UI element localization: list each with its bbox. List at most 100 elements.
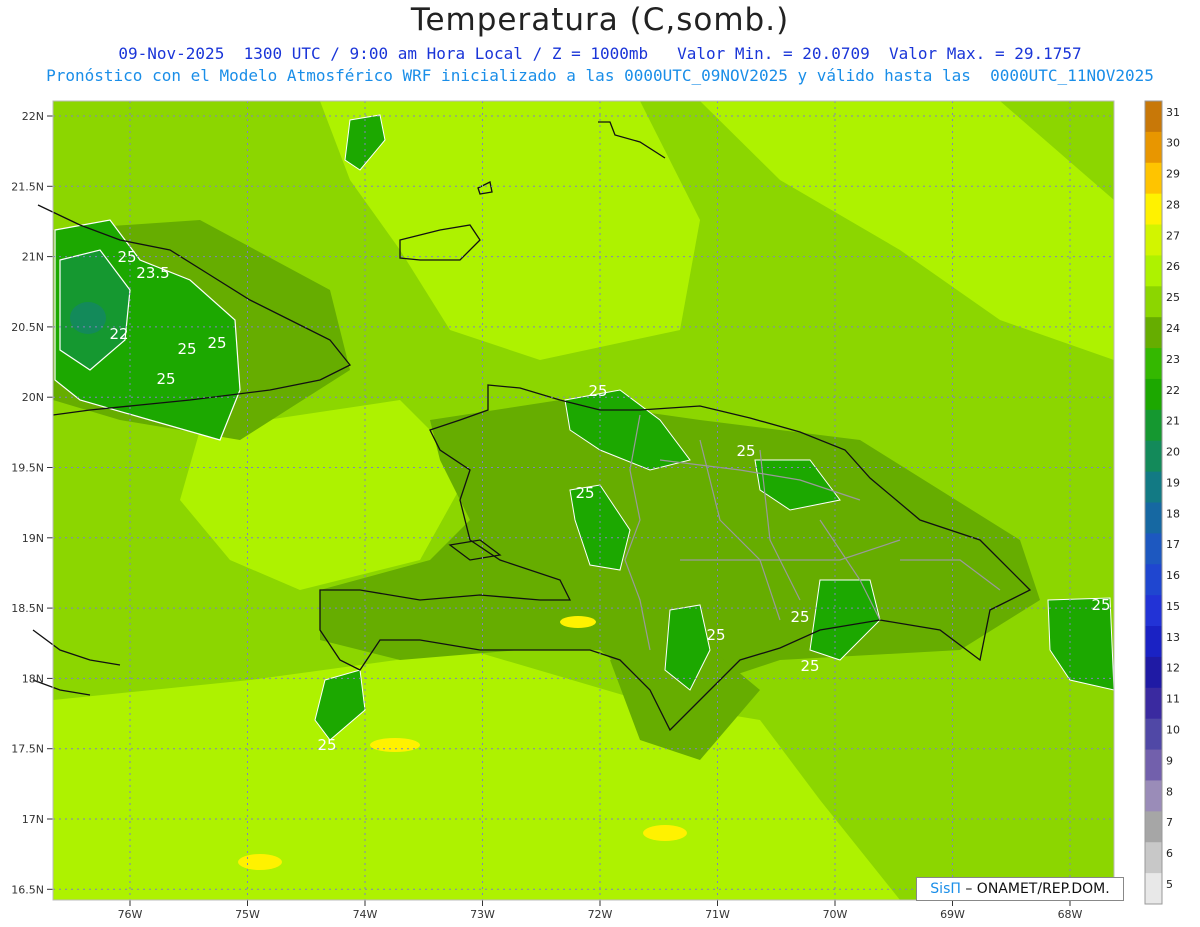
lat-tick-label: 16.5N <box>11 883 44 896</box>
colorbar-label: 8 <box>1166 785 1173 798</box>
colorbar-segment <box>1145 842 1162 874</box>
lat-tick-label: 19N <box>22 532 44 545</box>
colorbar-segment <box>1145 811 1162 843</box>
lat-tick-label: 21N <box>22 251 44 264</box>
lon-tick-label: 73W <box>470 908 495 921</box>
lat-tick-label: 17N <box>22 813 44 826</box>
colorbar-segment <box>1145 873 1162 905</box>
colorbar-segment <box>1145 595 1162 627</box>
colorbar-segment <box>1145 101 1162 133</box>
colorbar-label: 15 <box>1166 600 1180 613</box>
colorbar-segment <box>1145 409 1162 442</box>
colorbar-label: 10 <box>1166 724 1180 737</box>
lat-tick-label: 20.5N <box>11 321 44 334</box>
colorbar-label: 25 <box>1166 291 1180 304</box>
credit-box: SisΠ – ONAMET/REP.DOM. <box>916 877 1124 901</box>
colorbar-segment <box>1145 502 1162 534</box>
colorbar-segment <box>1145 193 1162 226</box>
colorbar-label: 9 <box>1166 754 1173 767</box>
colorbar-label: 20 <box>1166 446 1180 459</box>
colorbar-label: 31 <box>1166 106 1180 119</box>
colorbar-label: 7 <box>1166 816 1173 829</box>
lat-tick-label: 18.5N <box>11 602 44 615</box>
colorbar-label: 28 <box>1166 198 1180 211</box>
colorbar-segment <box>1145 255 1162 287</box>
lon-tick-label: 70W <box>823 908 848 921</box>
colorbar-segment <box>1145 564 1162 596</box>
contour-label: 22 <box>109 325 128 343</box>
colorbar-segment <box>1145 687 1162 720</box>
colorbar-label: 5 <box>1166 878 1173 891</box>
longitude-axis: 76W 75W 74W 73W 72W 71W 70W 69W 68W <box>118 900 1083 921</box>
contour-label: 25 <box>177 340 196 358</box>
lon-tick-label: 69W <box>940 908 965 921</box>
map-frame <box>32 101 1115 900</box>
lat-tick-label: 18N <box>22 672 44 685</box>
contour-label: 23.5 <box>136 264 169 282</box>
lon-tick-label: 74W <box>353 908 378 921</box>
contour-label: 25 <box>317 736 336 754</box>
colorbar-segment <box>1145 718 1162 751</box>
colorbar-label: 6 <box>1166 847 1173 860</box>
colorbar-segment <box>1145 626 1162 658</box>
colorbar-segment <box>1145 780 1162 812</box>
warm-spot <box>560 616 596 628</box>
contour-label: 25 <box>575 484 594 502</box>
contour-label: 25 <box>800 657 819 675</box>
lat-tick-label: 21.5N <box>11 180 44 193</box>
colorbar-segment <box>1145 286 1162 318</box>
lat-tick-label: 17.5N <box>11 743 44 756</box>
colorbar-segment <box>1145 440 1162 473</box>
colorbar-label: 11 <box>1166 693 1180 706</box>
colorbar-label: 21 <box>1166 415 1180 428</box>
colorbar-segment <box>1145 348 1162 380</box>
colorbar-label: 26 <box>1166 260 1180 273</box>
credit-text: – ONAMET/REP.DOM. <box>960 881 1110 897</box>
colorbar-segment <box>1145 656 1162 689</box>
colorbar-label: 23 <box>1166 353 1180 366</box>
contour-label: 25 <box>207 334 226 352</box>
contour-label: 25 <box>706 626 725 644</box>
colorbar-label: 22 <box>1166 384 1180 397</box>
colorbar-label: 29 <box>1166 168 1180 181</box>
contour-label: 25 <box>736 442 755 460</box>
colorbar-segment <box>1145 471 1162 503</box>
colorbar-label: 24 <box>1166 322 1180 335</box>
colorbar: 31 30 29 28 27 26 25 24 23 22 21 20 19 18 17 16 15 13 12 11… <box>1144 100 1180 905</box>
contour-label: 25 <box>156 370 175 388</box>
coolest-patch-cuba <box>70 302 106 334</box>
warm-spot <box>643 825 687 841</box>
colorbar-segment <box>1145 749 1162 781</box>
colorbar-segment <box>1145 162 1162 195</box>
lon-tick-label: 71W <box>705 908 730 921</box>
lon-tick-label: 76W <box>118 908 143 921</box>
lon-tick-label: 75W <box>235 908 260 921</box>
colorbar-label: 12 <box>1166 662 1180 675</box>
colorbar-label: 27 <box>1166 229 1180 242</box>
sispi-logo: SisΠ <box>930 881 961 897</box>
colorbar-label: 18 <box>1166 507 1180 520</box>
lon-tick-label: 68W <box>1058 908 1083 921</box>
colorbar-label: 13 <box>1166 631 1180 644</box>
colorbar-segment <box>1145 224 1162 256</box>
colorbar-label: 17 <box>1166 538 1180 551</box>
colorbar-label: 19 <box>1166 476 1180 489</box>
warm-spot <box>370 738 420 752</box>
colorbar-segment <box>1145 378 1162 411</box>
contour-label: 25 <box>1091 596 1110 614</box>
lat-tick-label: 22N <box>22 110 44 123</box>
latitude-axis: 22N 21.5N 21N 20.5N 20N 19.5N 19N 18.5N 18N 17.5N… <box>11 110 53 896</box>
lat-tick-label: 19.5N <box>11 462 44 475</box>
colorbar-segment <box>1145 533 1162 565</box>
contour-label: 25 <box>117 248 136 266</box>
lon-tick-label: 72W <box>588 908 613 921</box>
warm-spot <box>238 854 282 870</box>
temperature-map: 22N 21.5N 21N 20.5N 20N 19.5N 19N 18.5N 18N 17.5N… <box>11 100 1180 921</box>
colorbar-segment <box>1145 317 1162 349</box>
contour-label: 25 <box>588 382 607 400</box>
colorbar-label: 30 <box>1166 137 1180 150</box>
colorbar-segment <box>1145 131 1162 164</box>
lat-tick-label: 20N <box>22 391 44 404</box>
contour-label: 25 <box>790 608 809 626</box>
colorbar-label: 16 <box>1166 569 1180 582</box>
